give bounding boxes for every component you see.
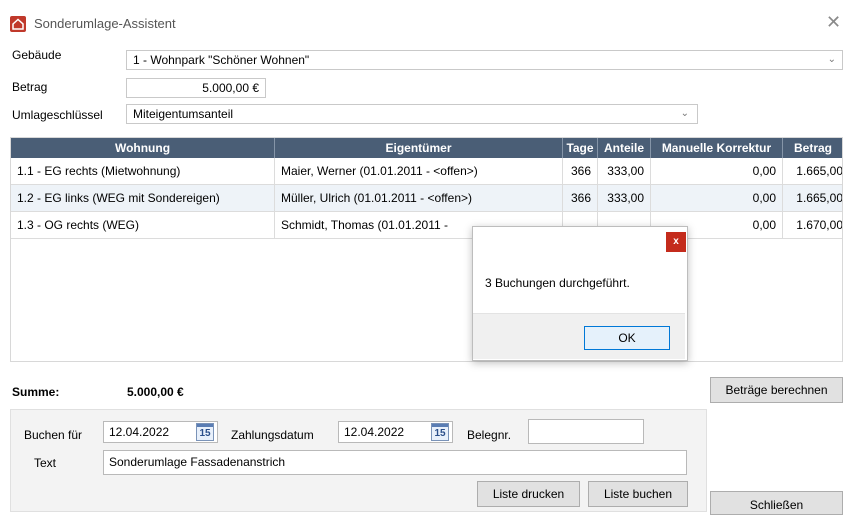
cell-betrag: 1.665,00	[783, 185, 842, 212]
cell-anteile: 333,00	[598, 185, 651, 212]
cell-wohnung: 1.3 - OG rechts (WEG)	[11, 212, 275, 239]
dialog-message: 3 Buchungen durchgeführt.	[485, 276, 630, 290]
gebaeude-label: Gebäude	[12, 48, 62, 62]
umlage-label: Umlageschlüssel	[12, 108, 103, 122]
column-header-korrektur[interactable]: Manuelle Korrektur	[651, 138, 783, 158]
print-list-button[interactable]: Liste drucken	[477, 481, 580, 507]
betrag-input[interactable]: 5.000,00 €	[126, 78, 266, 98]
umlage-select[interactable]: Miteigentumsanteil ⌄	[126, 104, 698, 124]
text-input[interactable]: Sonderumlage Fassadenanstrich	[103, 450, 687, 475]
calculate-amounts-button[interactable]: Beträge berechnen	[710, 377, 843, 403]
buchen-fuer-label: Buchen für	[24, 428, 83, 442]
cell-korrektur[interactable]: 0,00	[651, 185, 783, 212]
column-header-tage[interactable]: Tage	[563, 138, 598, 158]
window-title: Sonderumlage-Assistent	[34, 16, 176, 31]
background-window-strip	[0, 0, 843, 7]
cell-wohnung: 1.2 - EG links (WEG mit Sondereigen)	[11, 185, 275, 212]
cell-eigentuemer: Maier, Werner (01.01.2011 - <offen>)	[275, 158, 563, 185]
umlage-value: Miteigentumsanteil	[133, 107, 234, 121]
betrag-label: Betrag	[12, 80, 48, 94]
calendar-icon[interactable]: 15	[196, 423, 214, 441]
column-header-wohnung[interactable]: Wohnung	[11, 138, 275, 158]
ok-button[interactable]: OK	[584, 326, 670, 350]
cell-tage: 366	[563, 185, 598, 212]
zahlungsdatum-label: Zahlungsdatum	[231, 428, 314, 442]
chevron-down-icon: ⌄	[680, 108, 689, 119]
book-list-button[interactable]: Liste buchen	[588, 481, 688, 507]
cell-eigentuemer: Müller, Ulrich (01.01.2011 - <offen>)	[275, 185, 563, 212]
summe-value: 5.000,00 €	[127, 385, 184, 399]
cell-wohnung: 1.1 - EG rechts (Mietwohnung)	[11, 158, 275, 185]
zahlungsdatum-date-input[interactable]: 12.04.2022 15	[338, 421, 453, 443]
belegnr-input[interactable]	[528, 419, 644, 444]
table-row[interactable]: 1.1 - EG rechts (Mietwohnung) Maier, Wer…	[11, 158, 842, 185]
cell-korrektur[interactable]: 0,00	[651, 158, 783, 185]
cell-betrag: 1.665,00	[783, 158, 842, 185]
buchen-fuer-date: 12.04.2022	[109, 425, 170, 439]
gebaeude-select[interactable]: 1 - Wohnpark "Schöner Wohnen" ⌄	[126, 50, 843, 70]
cell-betrag: 1.670,00	[783, 212, 842, 239]
table-row[interactable]: 1.2 - EG links (WEG mit Sondereigen) Mül…	[11, 185, 842, 212]
chevron-down-icon: ⌄	[827, 54, 836, 65]
distribution-table: Wohnung Eigentümer Tage Anteile Manuelle…	[10, 137, 843, 362]
close-icon[interactable]: ✕	[826, 13, 841, 31]
column-header-betrag[interactable]: Betrag	[783, 138, 842, 158]
table-row[interactable]: 1.3 - OG rechts (WEG) Schmidt, Thomas (0…	[11, 212, 842, 239]
cell-anteile: 333,00	[598, 158, 651, 185]
column-header-anteile[interactable]: Anteile	[598, 138, 651, 158]
calendar-icon[interactable]: 15	[431, 423, 449, 441]
buchen-fuer-date-input[interactable]: 12.04.2022 15	[103, 421, 218, 443]
belegnr-label: Belegnr.	[467, 428, 512, 442]
gebaeude-value: 1 - Wohnpark "Schöner Wohnen"	[133, 53, 310, 67]
summe-label: Summe:	[12, 385, 60, 399]
close-icon[interactable]: x	[666, 232, 686, 252]
house-icon	[10, 16, 26, 32]
zahlungsdatum-date: 12.04.2022	[344, 425, 405, 439]
column-header-eigentuemer[interactable]: Eigentümer	[275, 138, 563, 158]
close-button[interactable]: Schließen	[710, 491, 843, 515]
cell-tage: 366	[563, 158, 598, 185]
text-label: Text	[34, 456, 57, 470]
